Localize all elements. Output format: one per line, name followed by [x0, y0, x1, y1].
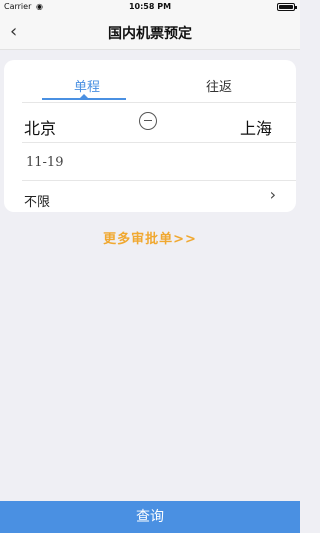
filter-option[interactable]: 不限	[24, 191, 50, 210]
swap-circle-icon[interactable]	[139, 112, 157, 130]
page-title: 国内机票预定	[108, 26, 192, 42]
booking-card: 单程 往返 北京 上海 11-19 不限 ›	[4, 60, 296, 212]
status-bar: Carrier ◉ 10:58 PM	[0, 0, 300, 14]
departure-city[interactable]: 北京	[24, 115, 56, 139]
active-tab-underline	[42, 98, 126, 100]
status-time: 10:58 PM	[128, 2, 172, 11]
divider	[22, 142, 296, 143]
trip-type-tabs: 单程 往返	[4, 60, 296, 102]
battery-icon	[277, 3, 297, 11]
divider	[22, 102, 296, 103]
search-button[interactable]: 查询	[0, 501, 300, 533]
more-approvals-link[interactable]: 更多审批单>>	[0, 228, 300, 247]
battery-fill	[279, 5, 293, 9]
divider	[22, 180, 296, 181]
tab-one-way[interactable]: 单程	[42, 76, 132, 95]
active-tab-caret	[80, 94, 88, 98]
departure-date[interactable]: 11-19	[26, 155, 63, 170]
battery-tip	[295, 6, 297, 9]
tab-round-trip[interactable]: 往返	[174, 76, 264, 95]
chevron-right-icon[interactable]: ›	[270, 185, 276, 204]
arrival-city[interactable]: 上海	[240, 115, 272, 139]
navigation-bar: ‹ 国内机票预定	[0, 14, 300, 50]
